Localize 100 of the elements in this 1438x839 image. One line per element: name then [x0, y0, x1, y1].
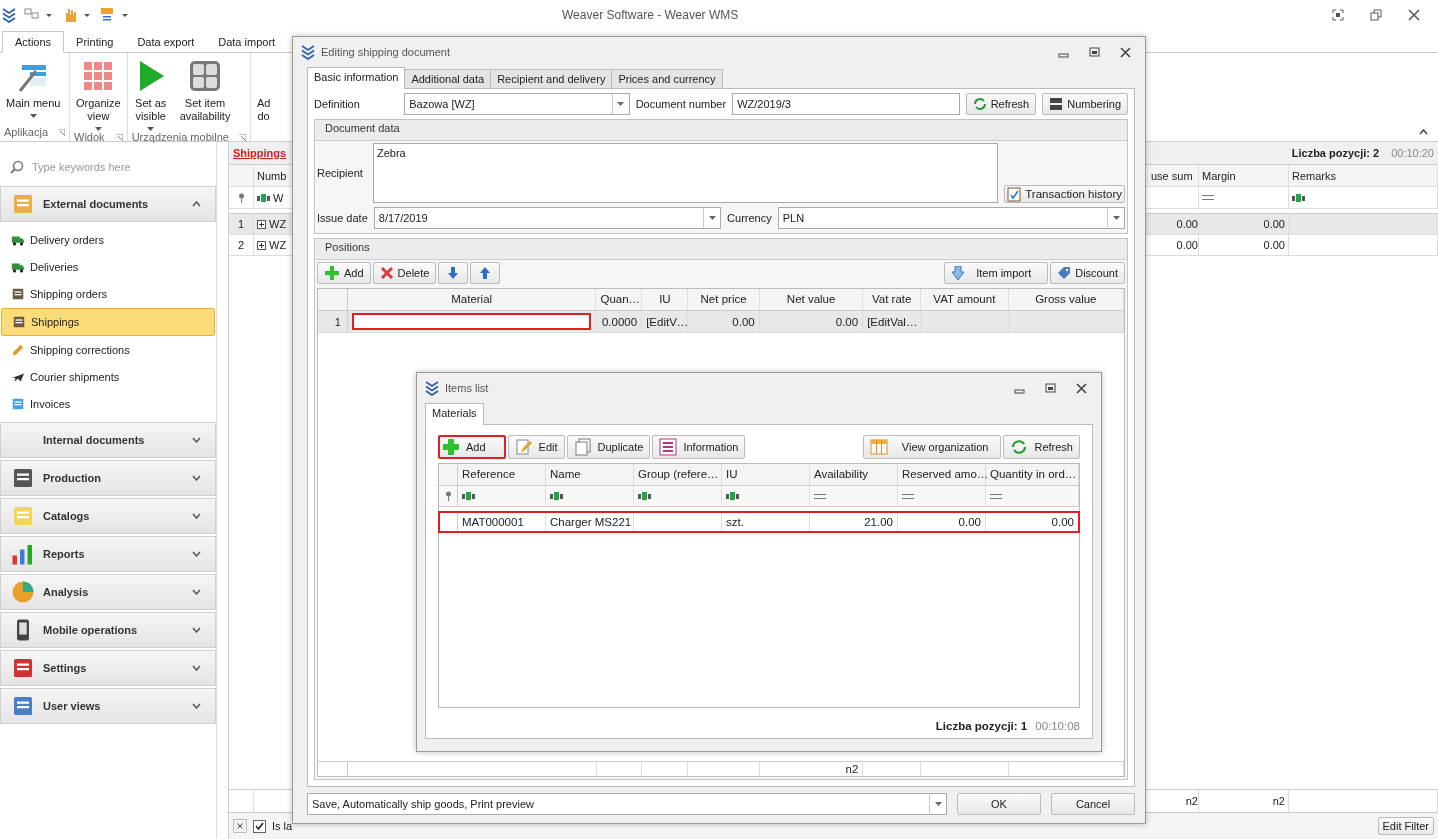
tab[interactable]: Prices and currency — [611, 69, 723, 88]
column-header[interactable]: IU — [722, 464, 810, 485]
chevron-down-icon — [192, 703, 201, 709]
navigation-item[interactable]: Shipping corrections — [1, 337, 215, 363]
navigation-group-header[interactable]: Reports — [0, 536, 216, 572]
tab[interactable]: Basic information — [307, 67, 406, 89]
spellcheck-icon[interactable] — [100, 7, 130, 23]
equals-filter-icon — [990, 493, 1002, 499]
column-header[interactable]: IU — [642, 289, 689, 310]
close-icon[interactable] — [1408, 9, 1420, 21]
chevron-up-icon[interactable] — [1419, 129, 1428, 135]
save-action-dropdown[interactable]: Save, Automatically ship goods, Print preview — [307, 793, 947, 815]
navigation-group-header[interactable]: User views — [0, 688, 216, 724]
column-header[interactable]: Quan… — [596, 289, 643, 310]
ribbon-tab[interactable]: Actions — [2, 31, 65, 53]
tab[interactable]: Additional data — [404, 69, 492, 88]
bar-chart-icon — [11, 542, 35, 566]
maximize-icon[interactable] — [1045, 382, 1056, 394]
edit-filter-button[interactable]: Edit Filter — [1377, 817, 1434, 835]
currency-dropdown[interactable]: PLN — [777, 207, 1125, 229]
ok-button[interactable]: OK — [957, 793, 1041, 815]
view-organization-button[interactable]: View organization — [862, 435, 1002, 459]
column-header[interactable]: Gross value — [1008, 289, 1124, 310]
ribbon-tab[interactable]: Data import — [206, 32, 288, 52]
column-header[interactable]: Material — [347, 289, 597, 310]
column-header[interactable]: Reserved amo… — [898, 464, 986, 485]
column-header[interactable]: Net price — [688, 289, 760, 310]
close-icon[interactable] — [1120, 46, 1131, 58]
footer-summary: n2 — [1272, 795, 1285, 807]
ribbon-button[interactable]: Ad do — [250, 53, 277, 123]
table-cell: WZ — [269, 239, 287, 251]
move-down-button[interactable] — [438, 262, 469, 284]
ribbon-button[interactable]: Set as visible — [127, 53, 174, 131]
cancel-button[interactable]: Cancel — [1051, 793, 1135, 815]
discount-button[interactable]: Discount — [1050, 262, 1125, 284]
plus-icon — [324, 265, 340, 281]
close-icon[interactable] — [1076, 382, 1087, 394]
move-up-button[interactable] — [470, 262, 501, 284]
navigation-group-header[interactable]: Mobile operations — [0, 612, 216, 648]
refresh-button[interactable]: Refresh — [965, 93, 1037, 115]
column-header[interactable]: Remarks — [1289, 165, 1438, 186]
refresh-button[interactable]: Refresh — [1003, 435, 1080, 459]
navigation-group-header[interactable]: Settings — [0, 650, 216, 686]
info-button[interactable]: Information — [652, 435, 746, 459]
grid-title-link[interactable]: Shippings — [233, 147, 287, 159]
equals-filter-icon — [902, 493, 914, 499]
column-header[interactable]: Availability — [810, 464, 898, 485]
recipient-field[interactable]: Zebra — [373, 143, 999, 203]
navigation-item[interactable]: Shippings — [1, 308, 215, 336]
table-row[interactable]: MAT000001 Charger MS221 szt. 21.00 0.00 0.00 — [439, 512, 1079, 532]
navigation-group-header[interactable]: External documents — [0, 186, 216, 222]
navigation-item[interactable]: Delivery orders — [1, 227, 215, 253]
navigation-item[interactable]: Deliveries — [1, 254, 215, 280]
duplicate-button[interactable]: Duplicate — [566, 435, 651, 459]
expand-plus-icon[interactable] — [257, 240, 266, 250]
checkbox[interactable] — [253, 819, 266, 833]
item-import-button[interactable]: Item import — [944, 262, 1049, 284]
ribbon-tab[interactable]: Data export — [125, 32, 207, 52]
expand-corner-icon[interactable] — [58, 128, 66, 136]
ribbon-tab[interactable]: Printing — [64, 32, 126, 52]
layout-icon[interactable] — [24, 8, 54, 22]
ribbon-button[interactable]: Main menu — [0, 53, 67, 126]
column-header[interactable]: Margin — [1199, 165, 1289, 186]
tab[interactable]: Recipient and delivery — [490, 69, 613, 88]
add-button[interactable]: Add — [317, 262, 371, 284]
close-icon[interactable] — [233, 819, 247, 833]
navigation-item[interactable]: Shipping orders — [1, 281, 215, 307]
edit-button[interactable]: Edit — [507, 435, 565, 459]
navigation-group-header[interactable]: Production — [0, 460, 216, 496]
navigation-group-header[interactable]: Analysis — [0, 574, 216, 610]
tab[interactable]: Materials — [425, 403, 484, 425]
document-number-field[interactable]: WZ/2019/3 — [732, 93, 960, 115]
issue-date-picker[interactable]: 8/17/2019 — [373, 207, 722, 229]
column-header[interactable]: VAT amount — [921, 289, 1009, 310]
search-icon — [10, 160, 24, 174]
restore-icon[interactable] — [1370, 9, 1382, 21]
fullscreen-icon[interactable] — [1332, 9, 1344, 21]
column-header[interactable]: Quantity in ord… — [986, 464, 1079, 485]
column-header[interactable]: Net value — [759, 289, 864, 310]
navigation-item[interactable]: Courier shipments — [1, 364, 215, 390]
add-button[interactable]: Add — [438, 435, 506, 459]
column-header[interactable]: Reference — [458, 464, 546, 485]
transaction-history-button[interactable]: Transaction history — [1004, 185, 1125, 203]
expand-corner-icon[interactable] — [115, 133, 123, 141]
numbering-button[interactable]: Numbering — [1042, 93, 1128, 115]
column-header[interactable]: Group (refere… — [634, 464, 722, 485]
navigation-item[interactable]: Invoices — [1, 391, 215, 417]
column-header[interactable]: Vat rate — [863, 289, 922, 310]
column-header[interactable]: Name — [546, 464, 634, 485]
expand-plus-icon[interactable] — [257, 219, 266, 229]
material-field[interactable] — [351, 313, 592, 330]
ribbon-button[interactable]: Organize view — [70, 53, 127, 131]
ribbon-button[interactable]: Set item availability — [173, 53, 237, 131]
delete-button[interactable]: Delete — [372, 262, 437, 284]
definition-dropdown[interactable]: Bazowa [WZ] — [404, 93, 630, 115]
navigation-group-header[interactable]: Internal documents — [0, 422, 216, 458]
footer-summary: n2 — [1185, 795, 1198, 807]
maximize-icon[interactable] — [1089, 46, 1100, 58]
expand-corner-icon[interactable] — [238, 133, 246, 141]
navigation-group-header[interactable]: Catalogs — [0, 498, 216, 534]
